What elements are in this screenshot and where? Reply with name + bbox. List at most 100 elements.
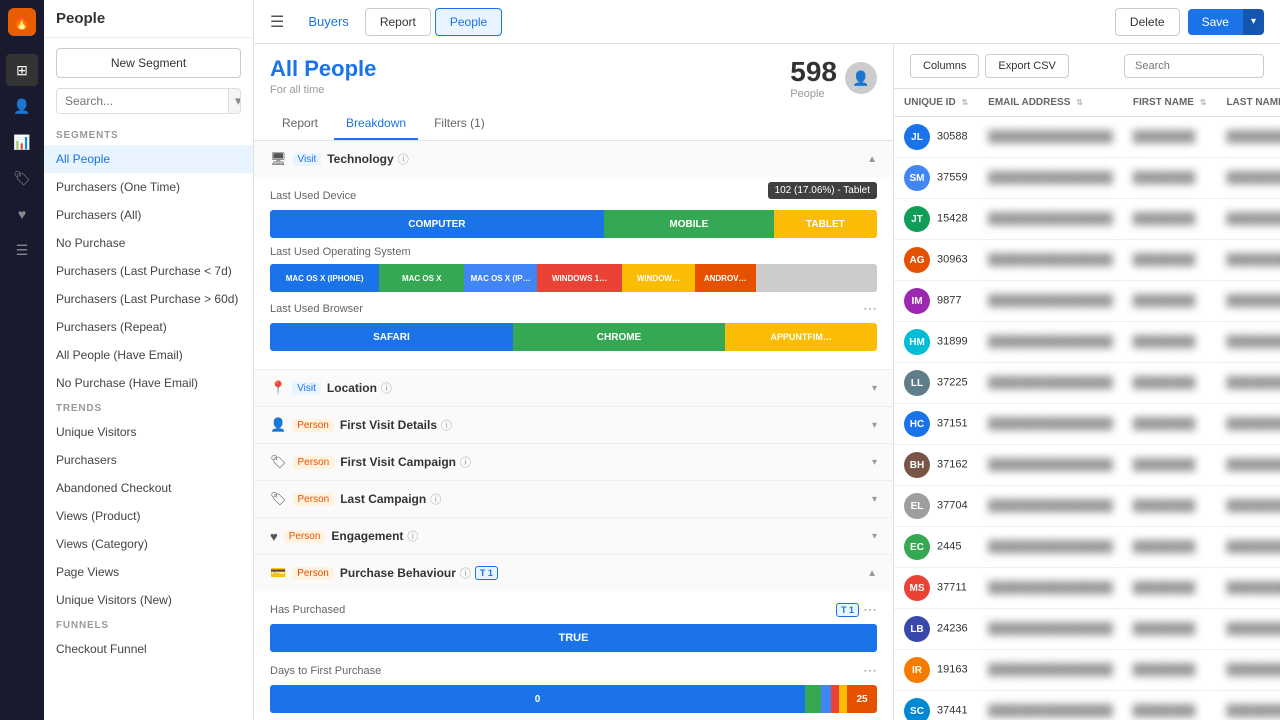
has-purchased-menu[interactable]: ⋯	[863, 601, 877, 618]
segment-purchasers-all[interactable]: Purchasers (All)	[44, 201, 253, 229]
buyers-link[interactable]: Buyers	[296, 0, 360, 44]
table-row[interactable]: JL 30588 ████████████████ ████████ █████…	[894, 117, 1280, 158]
purchase-behaviour-header[interactable]: 💳 Person Purchase Behaviour ⓘ T 1 ▲	[254, 555, 893, 591]
table-row[interactable]: SM 37559 ████████████████ ████████ █████…	[894, 158, 1280, 199]
cell-first-name: ████████	[1123, 240, 1217, 281]
table-row[interactable]: MS 37711 ████████████████ ████████ █████…	[894, 568, 1280, 609]
nav-icon-heart[interactable]: ♥	[6, 198, 38, 230]
table-search-input[interactable]	[1124, 54, 1264, 78]
trend-views-category[interactable]: Views (Category)	[44, 530, 253, 558]
col-unique-id[interactable]: UNIQUE ID ⇅	[894, 89, 978, 117]
cell-email: ████████████████	[978, 199, 1123, 240]
table-row[interactable]: AG 30963 ████████████████ ████████ █████…	[894, 240, 1280, 281]
cell-first-name: ████████	[1123, 486, 1217, 527]
save-button-main[interactable]: Save	[1188, 9, 1243, 35]
last-used-browser-menu[interactable]: ⋯	[863, 300, 877, 317]
purchase-info-icon: ⓘ	[460, 565, 471, 581]
days-to-first-purchase-menu[interactable]: ⋯	[863, 662, 877, 679]
segment-no-purchase-have-email[interactable]: No Purchase (Have Email)	[44, 369, 253, 397]
table-row[interactable]: BH 37162 ████████████████ ████████ █████…	[894, 445, 1280, 486]
table-row[interactable]: EC 2445 ████████████████ ████████ ██████…	[894, 527, 1280, 568]
table-row[interactable]: LL 37225 ████████████████ ████████ █████…	[894, 363, 1280, 404]
table-row[interactable]: EL 37704 ████████████████ ████████ █████…	[894, 486, 1280, 527]
cell-email: ████████████████	[978, 650, 1123, 691]
chrome-bar: CHROME	[513, 323, 725, 351]
trend-page-views[interactable]: Page Views	[44, 558, 253, 586]
table-row[interactable]: JT 15428 ████████████████ ████████ █████…	[894, 199, 1280, 240]
nav-icon-home[interactable]: ⊞	[6, 54, 38, 86]
table-row[interactable]: IR 19163 ████████████████ ████████ █████…	[894, 650, 1280, 691]
columns-button[interactable]: Columns	[910, 54, 979, 78]
cell-id: BH 37162	[894, 445, 978, 486]
first-visit-campaign-header[interactable]: 🏷 Person First Visit Campaign ⓘ ▾	[254, 444, 893, 480]
unique-id-sort-icon: ⇅	[961, 98, 968, 107]
table-row[interactable]: HC 37151 ████████████████ ████████ █████…	[894, 404, 1280, 445]
segment-all-people[interactable]: All People	[44, 145, 253, 173]
days-25-bar: 25	[847, 685, 877, 713]
table-row[interactable]: HM 31899 ████████████████ ████████ █████…	[894, 322, 1280, 363]
segment-purchasers-last-60d[interactable]: Purchasers (Last Purchase > 60d)	[44, 285, 253, 313]
tab-filters[interactable]: Filters (1)	[422, 108, 497, 140]
tab-report[interactable]: Report	[270, 108, 330, 140]
nav-icon-people[interactable]: 👤	[6, 90, 38, 122]
monitor-icon: 🖥	[270, 151, 287, 167]
heart-icon: ♥	[270, 529, 278, 544]
engagement-person-badge: Person	[284, 530, 326, 543]
engagement-info-icon: ⓘ	[407, 528, 418, 544]
last-used-os-label: Last Used Operating System	[270, 246, 877, 258]
table-row[interactable]: IM 9877 ████████████████ ████████ ██████…	[894, 281, 1280, 322]
trend-unique-visitors-new[interactable]: Unique Visitors (New)	[44, 586, 253, 614]
nav-icon-tag[interactable]: 🏷	[6, 162, 38, 194]
cell-last-name: ████████	[1216, 322, 1280, 363]
search-dropdown-icon[interactable]: ▾	[228, 89, 241, 113]
delete-button[interactable]: Delete	[1115, 8, 1180, 36]
last-campaign-header[interactable]: 🏷 Person Last Campaign ⓘ ▾	[254, 481, 893, 517]
location-section-header[interactable]: 📍 Visit Location ⓘ ▾	[254, 370, 893, 406]
tab-breakdown[interactable]: Breakdown	[334, 108, 418, 140]
col-email[interactable]: EMAIL ADDRESS ⇅	[978, 89, 1123, 117]
segment-search-input[interactable]	[57, 89, 228, 113]
engagement-header[interactable]: ♥ Person Engagement ⓘ ▾	[254, 518, 893, 554]
segment-purchasers-repeat[interactable]: Purchasers (Repeat)	[44, 313, 253, 341]
cell-first-name: ████████	[1123, 158, 1217, 199]
cell-last-name: ████████	[1216, 199, 1280, 240]
first-visit-details-header[interactable]: 👤 Person First Visit Details ⓘ ▾	[254, 407, 893, 443]
save-button-dropdown[interactable]: ▾	[1243, 9, 1264, 35]
cell-email: ████████████████	[978, 691, 1123, 720]
segment-purchasers-last-7d[interactable]: Purchasers (Last Purchase < 7d)	[44, 257, 253, 285]
segment-no-purchase[interactable]: No Purchase	[44, 229, 253, 257]
col-first-name[interactable]: FIRST NAME ⇅	[1123, 89, 1217, 117]
table-row[interactable]: LB 24236 ████████████████ ████████ █████…	[894, 609, 1280, 650]
purchase-t-badge: T 1	[475, 566, 498, 580]
os-win1-bar: WINDOWS 1…	[537, 264, 622, 292]
funnel-checkout[interactable]: Checkout Funnel	[44, 635, 253, 663]
segment-purchasers-one-time[interactable]: Purchasers (One Time)	[44, 173, 253, 201]
table-toolbar: Columns Export CSV	[894, 44, 1280, 89]
location-icon: 📍	[270, 380, 286, 396]
row-avatar: HM	[904, 329, 930, 355]
top-bar: ☰ Buyers Report People Delete Save ▾	[254, 0, 1280, 44]
people-tab-button[interactable]: People	[435, 8, 502, 36]
trend-purchasers[interactable]: Purchasers	[44, 446, 253, 474]
nav-icon-list[interactable]: ☰	[6, 234, 38, 266]
export-csv-button[interactable]: Export CSV	[985, 54, 1068, 78]
mobile-bar: MOBILE	[604, 210, 774, 238]
cell-id: EC 2445	[894, 527, 978, 568]
segment-all-have-email[interactable]: All People (Have Email)	[44, 341, 253, 369]
last-campaign-person-badge: Person	[293, 493, 335, 506]
col-last-name[interactable]: LAST NAME ⇅	[1216, 89, 1280, 117]
row-avatar: IR	[904, 657, 930, 683]
report-tab-button[interactable]: Report	[365, 8, 431, 36]
new-segment-button[interactable]: New Segment	[56, 48, 241, 78]
trend-views-product[interactable]: Views (Product)	[44, 502, 253, 530]
cell-email: ████████████████	[978, 568, 1123, 609]
trend-unique-visitors[interactable]: Unique Visitors	[44, 418, 253, 446]
hamburger-icon[interactable]: ☰	[270, 12, 284, 32]
trend-abandoned-checkout[interactable]: Abandoned Checkout	[44, 474, 253, 502]
os-win2-bar: WINDOW…	[622, 264, 695, 292]
save-button-group: Save ▾	[1188, 9, 1264, 35]
nav-icon-chart[interactable]: 📊	[6, 126, 38, 158]
technology-section-header[interactable]: 🖥 Visit Technology ⓘ ▲	[254, 141, 893, 177]
table-row[interactable]: SC 37441 ████████████████ ████████ █████…	[894, 691, 1280, 720]
sub-tabs: Report Breakdown Filters (1)	[254, 108, 893, 141]
